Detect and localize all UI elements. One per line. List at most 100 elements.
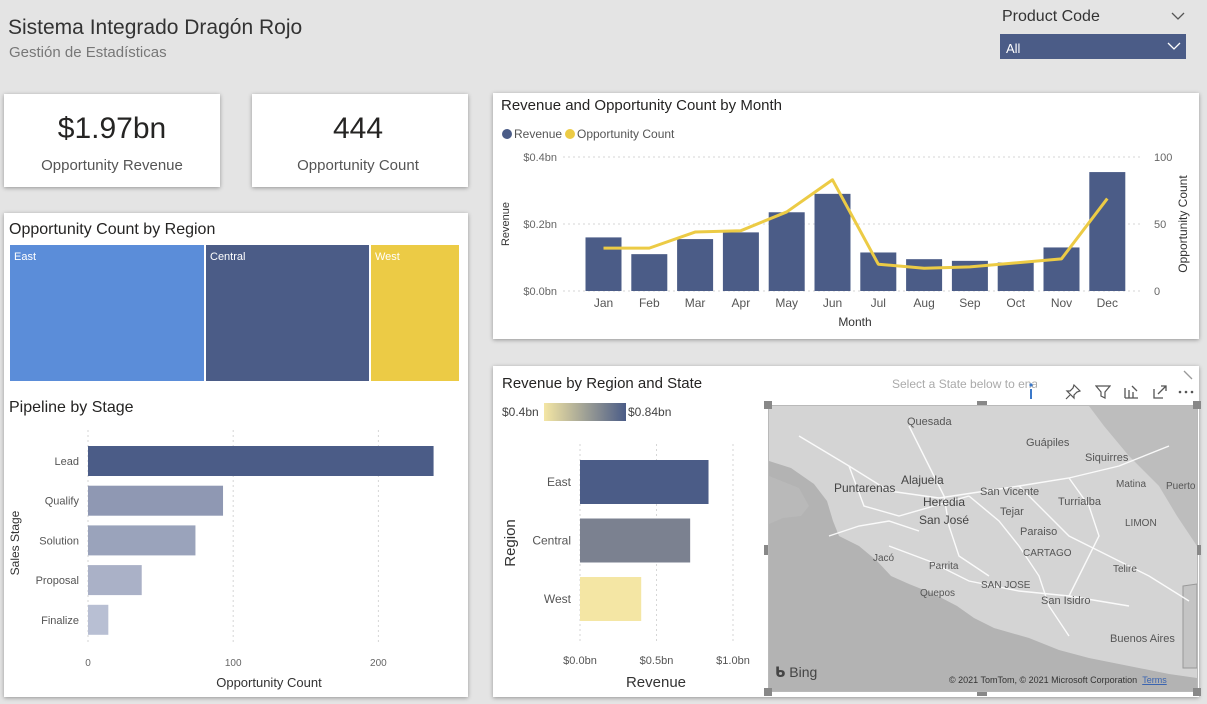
- x-tick-label: Mar: [685, 296, 706, 310]
- resize-handle[interactable]: [977, 401, 987, 405]
- region-pipeline-card: Opportunity Count by Region East Central…: [4, 213, 468, 697]
- map-place-label: Alajuela: [901, 473, 944, 487]
- focus-mode-icon[interactable]: [1152, 384, 1168, 400]
- bar-aug: [906, 259, 943, 291]
- map-terrain: [769, 406, 1197, 691]
- map-place-label: LIMON: [1125, 518, 1157, 529]
- kpi-card-revenue[interactable]: $1.97bn Opportunity Revenue: [4, 94, 220, 187]
- resize-handle[interactable]: [1197, 545, 1201, 555]
- x-axis-title: Opportunity Count: [216, 675, 322, 690]
- info-icon[interactable]: [1026, 382, 1036, 400]
- map-place-label: Telire: [1113, 564, 1137, 575]
- treemap-tile-central[interactable]: Central: [206, 245, 369, 381]
- x-tick-label: Apr: [732, 296, 751, 310]
- map-place-label: Quepos: [920, 588, 956, 599]
- chevron-down-icon[interactable]: [1171, 12, 1185, 21]
- more-options-icon[interactable]: [1178, 390, 1194, 394]
- x-axis-title: Revenue: [626, 674, 686, 691]
- resize-handle[interactable]: [1193, 401, 1201, 409]
- treemap-title: Opportunity Count by Region: [9, 221, 216, 238]
- x-tick-label: $0.5bn: [640, 655, 674, 667]
- map-place-label: Buenos Aires: [1110, 633, 1175, 645]
- bar-jul: [860, 252, 897, 291]
- y-tick-label: Solution: [39, 535, 79, 547]
- monthly-chart: Revenue Opportunity Count $0.0bn 0 $0.2bn 50 $…: [500, 127, 1190, 329]
- x-tick-label: Sep: [959, 296, 981, 310]
- bar-dec: [1089, 172, 1126, 291]
- treemap-tile-label: East: [14, 251, 37, 263]
- resize-handle[interactable]: [764, 545, 768, 555]
- x-tick-label: Jun: [823, 296, 842, 310]
- x-tick-label: Jul: [871, 296, 886, 310]
- y-tick-label: $0.2bn: [523, 219, 557, 231]
- resize-handle[interactable]: [977, 692, 987, 696]
- bar-jan: [585, 237, 622, 291]
- resize-handle[interactable]: [1193, 688, 1201, 696]
- y2-axis-title: Opportunity Count: [1176, 175, 1190, 273]
- bing-logo: ᑲ Bing: [775, 664, 818, 681]
- legend-dot-opportunity-count: [565, 129, 575, 139]
- product-code-dropdown[interactable]: All: [1000, 34, 1186, 59]
- y2-tick-label: 0: [1154, 286, 1160, 298]
- bar-finalize: [88, 604, 109, 635]
- bar-qualify: [88, 485, 224, 516]
- bar-lead: [88, 446, 434, 476]
- monthly-chart-card: Revenue and Opportunity Count by Month R…: [493, 93, 1199, 339]
- y-tick-label: Qualify: [45, 496, 80, 508]
- map-place-label: Siquirres: [1085, 452, 1129, 464]
- y2-tick-label: 100: [1154, 152, 1172, 164]
- pin-icon[interactable]: [1065, 384, 1081, 400]
- region-chart: $0.0bn $0.5bn $1.0bn East Central West Revenue…: [502, 444, 750, 691]
- y-axis-title: Sales Stage: [8, 510, 22, 575]
- treemap-tile-label: West: [375, 251, 400, 263]
- dropdown-value: All: [1006, 41, 1021, 56]
- x-axis-title: Month: [838, 315, 871, 329]
- resize-corner-icon[interactable]: [1183, 370, 1193, 380]
- x-tick-label: $0.0bn: [563, 655, 597, 667]
- treemap-tile-east[interactable]: East: [10, 245, 204, 381]
- kpi-label: Opportunity Revenue: [41, 157, 183, 174]
- y-axis-title: Revenue: [500, 202, 512, 246]
- x-tick-label: Feb: [639, 296, 660, 310]
- legend-label-opportunity-count: Opportunity Count: [577, 127, 675, 141]
- map-place-label: CARTAGO: [1023, 548, 1072, 559]
- y-axis-title: Region: [502, 519, 519, 567]
- bar-east: [580, 460, 709, 504]
- bar-may: [768, 212, 805, 291]
- filter-icon[interactable]: [1095, 384, 1111, 400]
- map-place-label: Turrialba: [1058, 496, 1101, 508]
- pipeline-title: Pipeline by Stage: [9, 399, 134, 416]
- x-tick-label: Nov: [1051, 296, 1072, 310]
- map-place-label: Parrita: [929, 561, 959, 572]
- bar-nov: [1043, 247, 1080, 291]
- map-place-label: Puerto: [1166, 481, 1196, 492]
- y-tick-label: Central: [532, 534, 571, 548]
- bar-proposal: [88, 565, 142, 596]
- filter-label: Product Code: [1002, 8, 1100, 25]
- y-tick-label: East: [547, 475, 572, 489]
- drill-icon[interactable]: [1123, 384, 1139, 400]
- bar-jun: [814, 193, 851, 291]
- legend-dot-revenue: [502, 129, 512, 139]
- resize-handle[interactable]: [764, 688, 772, 696]
- map-place-label: Tejar: [1000, 506, 1024, 518]
- bar-mar: [677, 239, 714, 291]
- x-tick-label: 100: [225, 658, 242, 669]
- terms-link[interactable]: Terms: [1142, 675, 1167, 685]
- bar-oct: [997, 262, 1034, 291]
- y-tick-label: Proposal: [36, 575, 79, 587]
- treemap-tile-west[interactable]: West: [371, 245, 459, 381]
- kpi-card-count[interactable]: 444 Opportunity Count: [252, 94, 468, 187]
- map-place-label: Matina: [1116, 479, 1147, 490]
- map-place-label: San José: [919, 513, 970, 527]
- map-place-label: San Vicente: [980, 486, 1040, 498]
- bar-west: [580, 577, 642, 621]
- map-place-label: Guápiles: [1026, 437, 1070, 449]
- y-tick-label: $0.4bn: [523, 152, 557, 164]
- resize-handle[interactable]: [764, 401, 772, 409]
- page-subtitle: Gestión de Estadísticas: [9, 44, 167, 61]
- bar-feb: [631, 254, 668, 291]
- map-visual[interactable]: Quesada Guápiles Siquirres Alajuela Punt…: [768, 405, 1198, 692]
- x-tick-label: Aug: [913, 296, 934, 310]
- x-tick-label: $1.0bn: [716, 655, 750, 667]
